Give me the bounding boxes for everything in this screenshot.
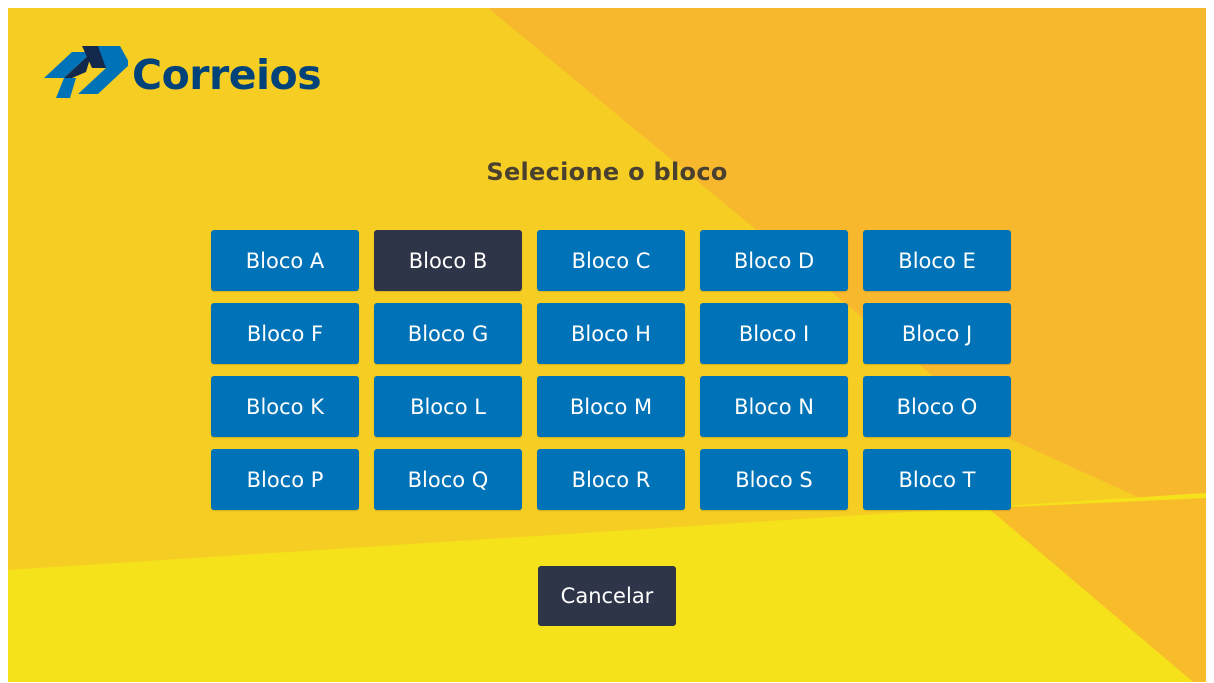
correios-logo-icon xyxy=(44,46,128,98)
correios-logo-text: Correios xyxy=(132,50,322,99)
block-button-h[interactable]: Bloco H xyxy=(537,303,685,364)
block-button-k[interactable]: Bloco K xyxy=(211,376,359,437)
block-grid: Bloco A Bloco B Bloco C Bloco D Bloco E Bloco… xyxy=(211,230,1011,510)
cancel-button[interactable]: Cancelar xyxy=(538,566,676,626)
block-button-l[interactable]: Bloco L xyxy=(374,376,522,437)
block-button-b[interactable]: Bloco B xyxy=(374,230,522,291)
block-button-a[interactable]: Bloco A xyxy=(211,230,359,291)
block-button-o[interactable]: Bloco O xyxy=(863,376,1011,437)
block-button-r[interactable]: Bloco R xyxy=(537,449,685,510)
block-button-e[interactable]: Bloco E xyxy=(863,230,1011,291)
kiosk-screen: Correios Selecione o bloco Bloco A Bloco … xyxy=(8,8,1206,682)
block-button-j[interactable]: Bloco J xyxy=(863,303,1011,364)
block-button-s[interactable]: Bloco S xyxy=(700,449,848,510)
block-button-g[interactable]: Bloco G xyxy=(374,303,522,364)
block-button-c[interactable]: Bloco C xyxy=(537,230,685,291)
block-button-m[interactable]: Bloco M xyxy=(537,376,685,437)
block-button-d[interactable]: Bloco D xyxy=(700,230,848,291)
block-button-f[interactable]: Bloco F xyxy=(211,303,359,364)
block-button-q[interactable]: Bloco Q xyxy=(374,449,522,510)
block-button-p[interactable]: Bloco P xyxy=(211,449,359,510)
correios-logo: Correios xyxy=(42,38,322,108)
block-button-t[interactable]: Bloco T xyxy=(863,449,1011,510)
block-button-n[interactable]: Bloco N xyxy=(700,376,848,437)
block-button-i[interactable]: Bloco I xyxy=(700,303,848,364)
page-title: Selecione o bloco xyxy=(486,158,728,186)
